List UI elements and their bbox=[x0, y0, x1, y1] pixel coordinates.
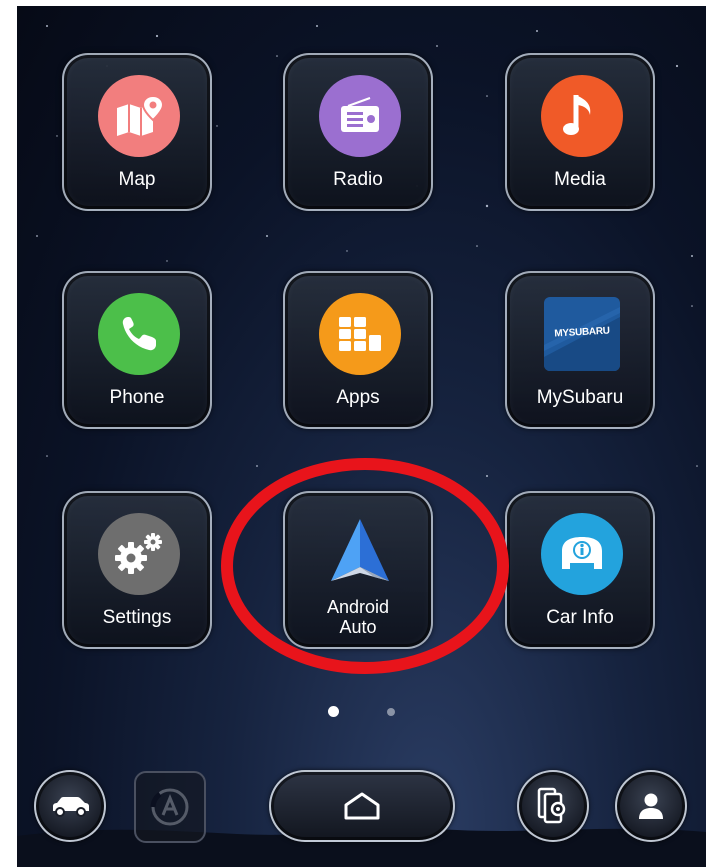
gears-icon bbox=[98, 513, 180, 595]
apps-label: Apps bbox=[336, 387, 380, 408]
car-icon bbox=[53, 797, 89, 817]
radio-icon bbox=[319, 75, 401, 157]
auto-mode-icon bbox=[150, 788, 189, 826]
profile-button[interactable] bbox=[615, 770, 687, 842]
mysubaru-label: MySubaru bbox=[536, 387, 624, 408]
profile-icon bbox=[639, 793, 663, 819]
page-dot-inactive[interactable] bbox=[387, 708, 395, 716]
radio-label: Radio bbox=[333, 169, 383, 190]
android-auto-tile[interactable]: Android Auto bbox=[283, 491, 433, 649]
map-label: Map bbox=[118, 169, 156, 190]
car-info-tile[interactable]: Car Info bbox=[505, 491, 655, 649]
mysubaru-tile[interactable]: MYSUBARU MySubaru bbox=[505, 271, 655, 429]
media-tile[interactable]: Media bbox=[505, 53, 655, 211]
media-label: Media bbox=[554, 169, 606, 190]
settings-label: Settings bbox=[102, 607, 172, 628]
radio-tile[interactable]: Radio bbox=[283, 53, 433, 211]
car-info-icon bbox=[541, 513, 623, 595]
phone-settings-button[interactable] bbox=[517, 770, 589, 842]
map-tile[interactable]: Map bbox=[62, 53, 212, 211]
mysubaru-logo-icon: MYSUBARU bbox=[544, 297, 620, 371]
apps-tile[interactable]: Apps bbox=[283, 271, 433, 429]
home-icon bbox=[344, 792, 380, 820]
music-note-icon bbox=[541, 75, 623, 157]
settings-tile[interactable]: Settings bbox=[62, 491, 212, 649]
home-button[interactable] bbox=[269, 770, 455, 842]
vehicle-button[interactable] bbox=[34, 770, 106, 842]
android-auto-label: Android Auto bbox=[285, 597, 431, 637]
map-icon bbox=[98, 75, 180, 157]
phone-tile[interactable]: Phone bbox=[62, 271, 212, 429]
home-screen: Map Radio Media Phone Apps MYSUBARU MySu… bbox=[17, 6, 706, 867]
android-auto-label-line2: Auto bbox=[339, 617, 377, 637]
apps-grid-icon bbox=[319, 293, 401, 375]
auto-mode-button[interactable] bbox=[134, 771, 206, 843]
android-auto-icon bbox=[319, 511, 401, 593]
phone-label: Phone bbox=[109, 387, 165, 408]
android-auto-label-line1: Android bbox=[326, 597, 390, 617]
car-info-label: Car Info bbox=[546, 607, 614, 628]
page-dot-active[interactable] bbox=[328, 706, 339, 717]
phone-icon bbox=[98, 293, 180, 375]
phone-settings-icon bbox=[537, 787, 566, 824]
